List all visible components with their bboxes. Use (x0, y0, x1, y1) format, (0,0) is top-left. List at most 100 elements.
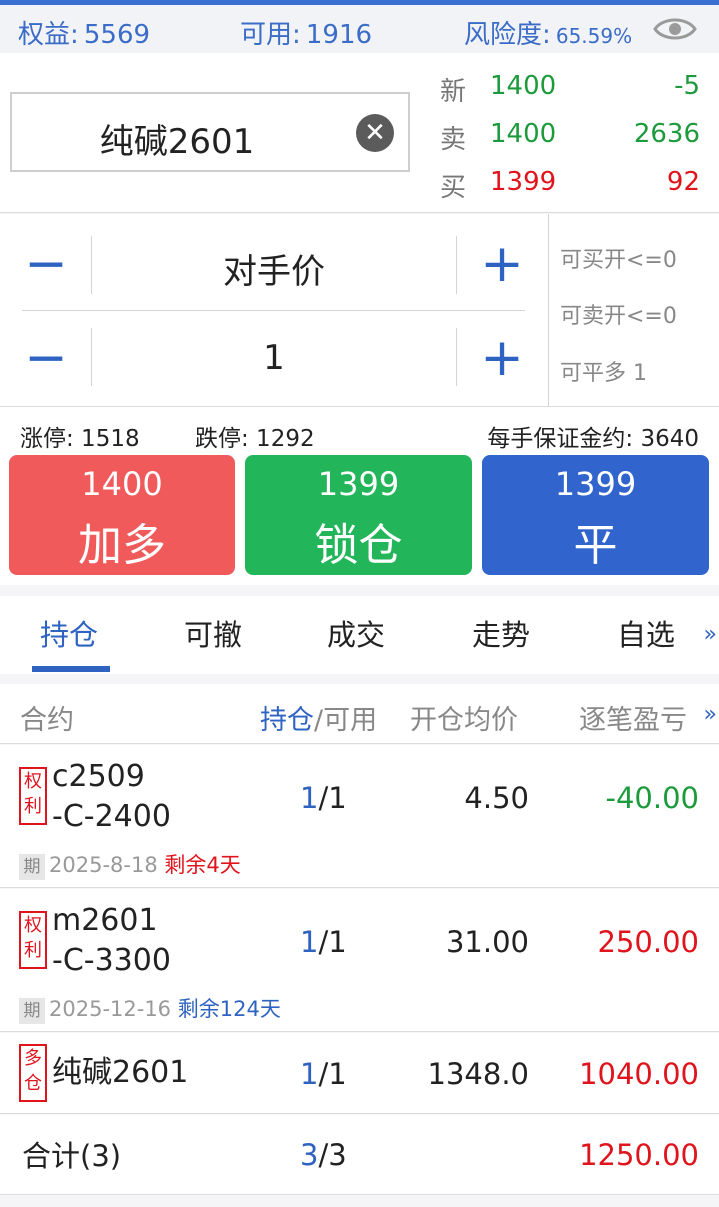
expiry-info: 期 2025-8-18 剩余4天 (19, 849, 241, 880)
bid-label: 买 (440, 173, 467, 203)
lock-position-price: 1399 (317, 465, 400, 503)
expiry-date: 2025-8-18 (49, 853, 158, 877)
position-type-tag: 多仓 (19, 1044, 47, 1102)
available-label: 可用: (240, 20, 301, 50)
bid-qty: 92 (666, 167, 700, 197)
risk-label: 风险度: (464, 20, 551, 50)
position-row[interactable]: 权利 m2601 -C-3300 1/1 31.00 250.00 期 2025-1… (0, 889, 719, 1032)
avg-open-price: 4.50 (464, 781, 529, 815)
lock-position-button[interactable]: 1399 锁仓 (245, 455, 472, 575)
last-price: 1400 (490, 71, 557, 101)
expiry-date: 2025-12-16 (49, 997, 172, 1021)
position-type-tag: 权利 (19, 911, 47, 969)
tab-positions[interactable]: 持仓 (40, 612, 98, 654)
ask-row[interactable]: 卖 1400 2636 (440, 119, 700, 159)
total-label: 合计(3) (22, 1139, 122, 1173)
divider (456, 236, 457, 294)
risk-stat: 风险度: 65.59% (464, 14, 632, 51)
limit-down: 跌停: 1292 (195, 426, 315, 452)
col-avg-price: 开仓均价 (410, 705, 518, 736)
position-held-available: 1/1 (300, 1057, 347, 1091)
quantity-field[interactable]: 1 (92, 338, 456, 378)
position-type-tag: 权利 (19, 767, 47, 825)
divider (22, 310, 525, 311)
avg-open-price: 31.00 (445, 925, 529, 959)
position-held-available: 1/1 (300, 925, 347, 959)
expiry-info: 期 2025-12-16 剩余124天 (19, 993, 281, 1024)
days-remaining: 剩余4天 (164, 853, 241, 877)
price-minus-button[interactable]: − (16, 238, 76, 290)
total-row: 合计(3) 3/3 1250.00 (0, 1115, 719, 1195)
active-tab-indicator (32, 666, 110, 672)
tabs-more-icon[interactable]: » (704, 622, 717, 647)
tab-trades[interactable]: 成交 (327, 612, 385, 654)
close-position-button[interactable]: 1399 平 (482, 455, 709, 575)
total-held-available: 3/3 (300, 1138, 347, 1172)
position-held-available: 1/1 (300, 781, 347, 815)
limit-up: 涨停: 1518 (20, 426, 140, 452)
trade-actions: 涨停: 1518 跌停: 1292 每手保证金约: 3640 1400 加多 1… (0, 407, 719, 585)
tab-trend[interactable]: 走势 (472, 612, 530, 654)
close-position-price: 1399 (554, 465, 637, 503)
position-pnl: -40.00 (605, 781, 700, 815)
position-pnl: 250.00 (597, 925, 699, 959)
col-position-available: /可用 (314, 705, 378, 736)
margin-per-lot: 每手保证金约: 3640 (487, 426, 699, 452)
divider (548, 214, 549, 406)
expiry-tag: 期 (19, 854, 45, 880)
tab-bar: 持仓 可撤 成交 走势 自选 » (0, 596, 719, 674)
contract-name: c2509 -C-2400 (52, 759, 171, 834)
can-buy-open: 可买开<=0 (560, 248, 677, 273)
account-summary-bar: 权益: 5569 可用: 1916 风险度: 65.59% (0, 5, 719, 53)
col-pnl: 逐笔盈亏 (579, 705, 687, 736)
buy-long-label: 加多 (78, 520, 166, 571)
total-pnl: 1250.00 (579, 1138, 699, 1172)
position-row[interactable]: 权利 c2509 -C-2400 1/1 4.50 -40.00 期 2025-8-… (0, 745, 719, 888)
divider (456, 328, 457, 386)
col-position: 持仓/可用 (260, 698, 377, 737)
ask-qty: 2636 (633, 119, 700, 149)
can-sell-open: 可卖开<=0 (560, 304, 677, 329)
quote-panel: 纯碱2601 ✕ 新 1400 -5 卖 1400 2636 买 1399 92 (0, 53, 719, 213)
col-position-held: 持仓 (260, 705, 314, 736)
columns-more-icon[interactable]: » (704, 702, 717, 727)
equity-label: 权益: (18, 20, 79, 50)
avg-open-price: 1348.0 (427, 1057, 529, 1091)
position-row[interactable]: 多仓 纯碱2601 1/1 1348.0 1040.00 (0, 1033, 719, 1114)
order-entry: − 对手价 + − 1 + 可买开<=0 可卖开<=0 可平多 1 (0, 214, 719, 407)
last-label: 新 (440, 77, 467, 107)
price-plus-button[interactable]: + (472, 238, 532, 290)
eye-icon[interactable] (653, 14, 697, 44)
ask-label: 卖 (440, 125, 467, 155)
symbol-text: 纯碱2601 (99, 122, 255, 162)
days-remaining: 剩余124天 (177, 997, 281, 1021)
lock-position-label: 锁仓 (314, 520, 403, 571)
tab-cancellable[interactable]: 可撤 (184, 612, 242, 654)
ask-price: 1400 (490, 119, 557, 149)
last-change: -5 (674, 71, 700, 101)
risk-value: 65.59% (555, 24, 633, 48)
bid-row[interactable]: 买 1399 92 (440, 167, 700, 207)
equity-stat: 权益: 5569 (18, 14, 150, 51)
expiry-tag: 期 (19, 998, 45, 1024)
position-pnl: 1040.00 (579, 1057, 699, 1091)
bid-price: 1399 (490, 167, 557, 197)
symbol-input[interactable]: 纯碱2601 ✕ (10, 92, 410, 172)
can-close-long: 可平多 1 (560, 361, 647, 386)
contract-name: 纯碱2601 (52, 1055, 189, 1090)
col-contract: 合约 (20, 705, 74, 736)
equity-value: 5569 (83, 20, 151, 50)
clear-icon[interactable]: ✕ (356, 114, 394, 152)
qty-minus-button[interactable]: − (16, 332, 76, 384)
positions-table-header: 合约 持仓/可用 开仓均价 逐笔盈亏 » (0, 684, 719, 744)
qty-plus-button[interactable]: + (472, 332, 532, 384)
available-value: 1916 (305, 20, 373, 50)
price-type-field[interactable]: 对手价 (92, 244, 456, 293)
last-price-row: 新 1400 -5 (440, 71, 700, 111)
contract-name: m2601 -C-3300 (52, 903, 171, 978)
buy-long-price: 1400 (81, 465, 163, 503)
buy-long-button[interactable]: 1400 加多 (9, 455, 235, 575)
close-position-label: 平 (573, 520, 618, 571)
tab-watchlist[interactable]: 自选 (617, 612, 675, 654)
available-stat: 可用: 1916 (240, 14, 372, 51)
